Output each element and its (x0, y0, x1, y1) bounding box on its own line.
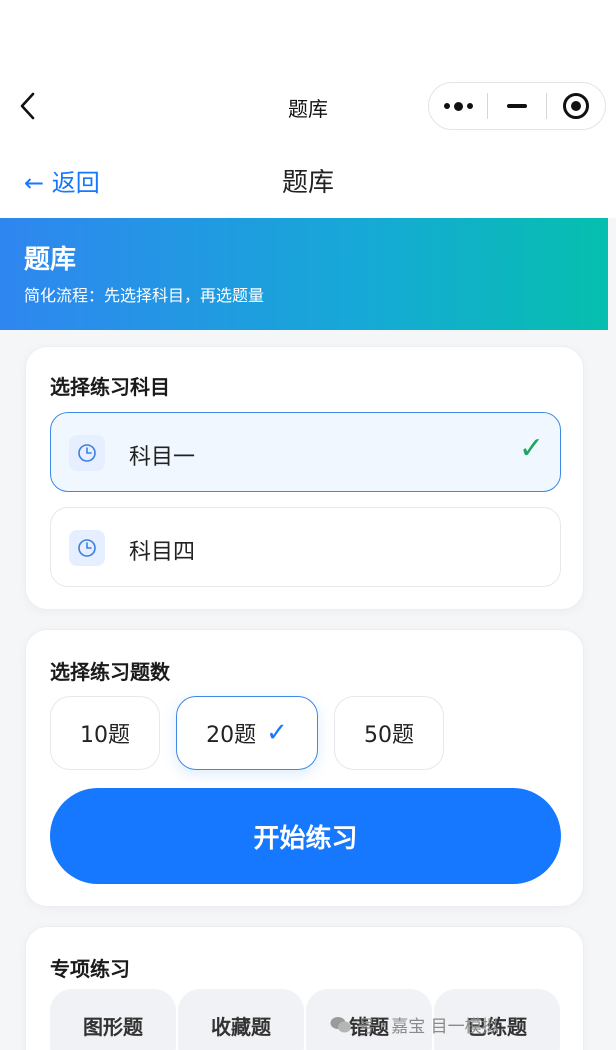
count-option-50[interactable]: 50题 (334, 696, 444, 770)
count-card-title: 选择练习题数 (50, 660, 170, 684)
hero-banner: 题库 简化流程：先选择科目，再选题量 (0, 218, 608, 330)
close-miniprogram-button[interactable] (547, 83, 605, 129)
watermark-text: 号 · 嘉宝 目一模拟 (358, 1017, 499, 1037)
count-label: 50题 (364, 723, 414, 748)
wechat-nav-bar: 题库 (0, 0, 616, 148)
target-icon (563, 93, 589, 119)
page-header: ← 返回 题库 (0, 148, 616, 218)
wechat-logo-icon (330, 1016, 351, 1032)
special-item-graphics[interactable]: 图形题 (50, 989, 176, 1050)
watermark: 号 · 嘉宝 目一模拟 (330, 1012, 499, 1037)
check-icon: ✓ (518, 431, 544, 466)
more-button[interactable] (429, 83, 487, 129)
start-practice-button[interactable]: 开始练习 (50, 788, 561, 884)
page-title: 题库 (281, 168, 334, 198)
hero-subtitle: 简化流程：先选择科目，再选题量 (24, 286, 265, 305)
subject-card-title: 选择练习科目 (50, 375, 170, 399)
more-dots-icon (443, 101, 473, 111)
clock-icon (69, 435, 105, 471)
check-icon: ✓ (266, 718, 288, 748)
special-card: 专项练习 图形题 收藏题 错题 已练题 (25, 926, 584, 1050)
special-item-favorites[interactable]: 收藏题 (178, 989, 304, 1050)
subject-card: 选择练习科目 科目一 ✓ 科目四 (25, 346, 584, 610)
subject-option-1[interactable]: 科目一 ✓ (50, 412, 561, 492)
count-option-10[interactable]: 10题 (50, 696, 160, 770)
count-label: 20题 (206, 723, 257, 748)
minimize-button[interactable] (488, 83, 546, 129)
count-label: 10题 (80, 723, 130, 748)
minus-icon (507, 104, 527, 108)
clock-icon (69, 530, 105, 566)
count-card: 选择练习题数 10题 20题 ✓ 50题 开始练习 (25, 629, 584, 907)
subject-label: 科目一 (129, 445, 196, 470)
wechat-capsule (428, 82, 606, 130)
subject-option-2[interactable]: 科目四 (50, 507, 561, 587)
special-card-title: 专项练习 (50, 957, 130, 981)
count-option-20[interactable]: 20题 ✓ (176, 696, 318, 770)
subject-label: 科目四 (129, 540, 196, 565)
hero-title: 题库 (24, 245, 77, 275)
